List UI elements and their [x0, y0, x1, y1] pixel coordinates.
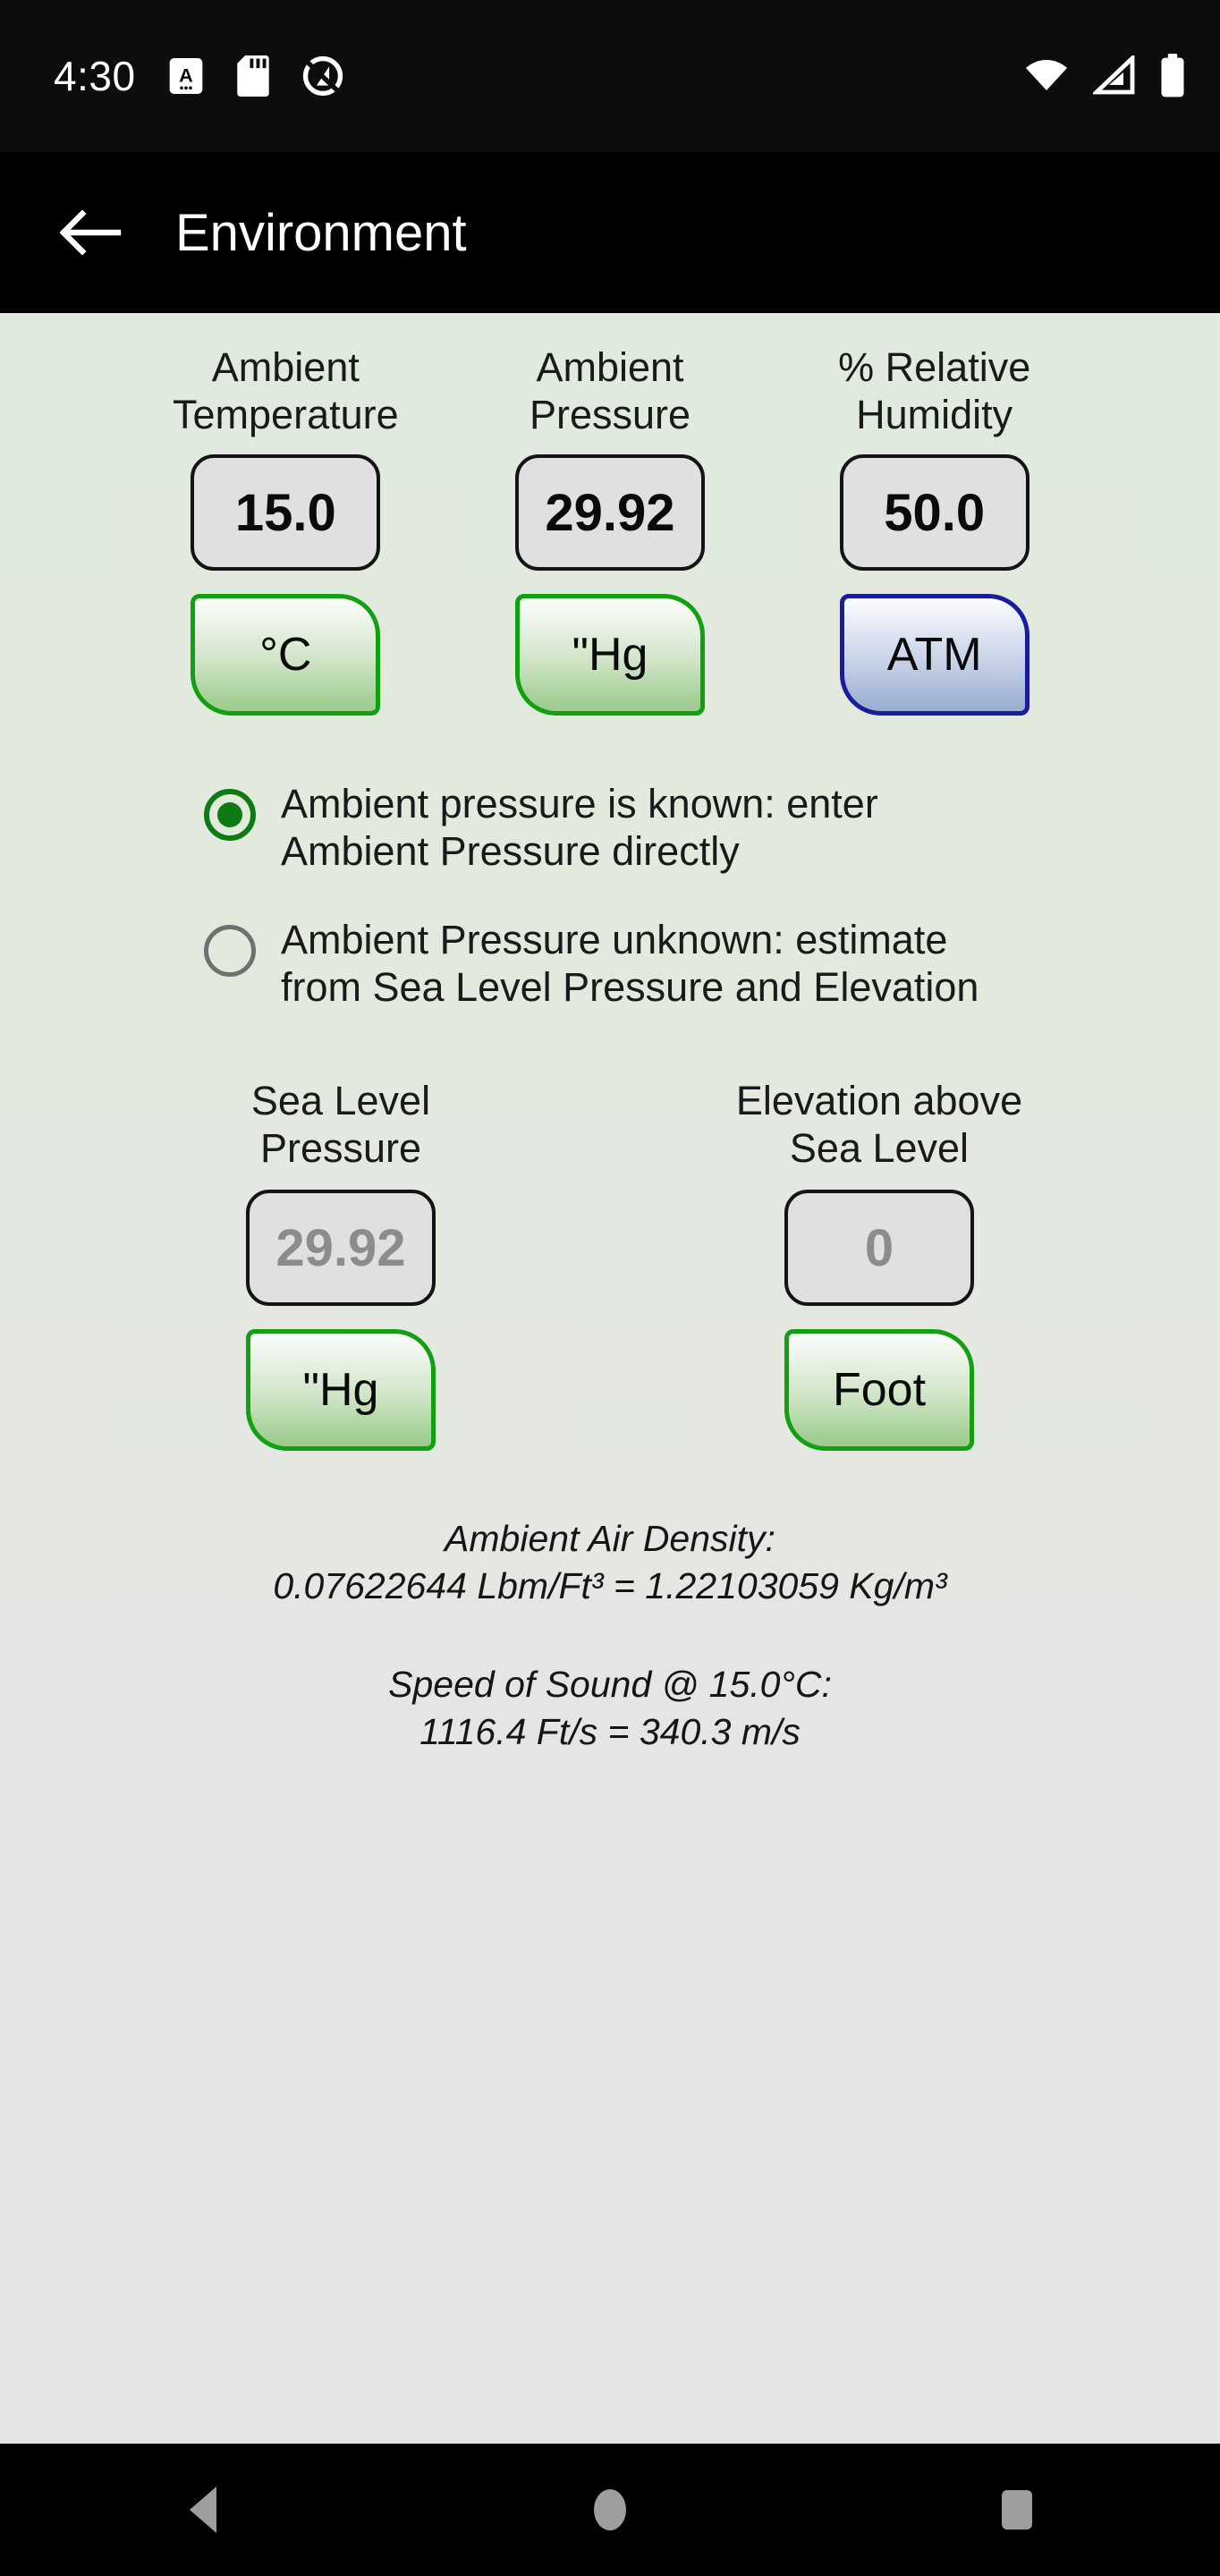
pressure-mode-radio-group: Ambient pressure is known: enter Ambient…: [36, 780, 1184, 1011]
battery-icon: [1161, 54, 1184, 97]
sea-level-pressure-label: Sea Level Pressure: [250, 1078, 431, 1172]
relative-humidity-group: % Relative Humidity 50.0 ATM: [784, 343, 1084, 716]
ambient-field-row: Ambient Temperature 15.0 °C Ambient Pres…: [36, 313, 1184, 716]
wifi-icon: [1026, 60, 1067, 90]
square-recents-icon: [1001, 2490, 1032, 2529]
results-section: Ambient Air Density: 0.07622644 Lbm/Ft³ …: [36, 1515, 1184, 1755]
ambient-temperature-label: Ambient Temperature: [173, 344, 399, 438]
ambient-temperature-group: Ambient Temperature 15.0 °C: [136, 343, 436, 716]
app-bar: Environment: [0, 152, 1220, 313]
phone-screen: 4:30 A Environment Ambient Temperature 1…: [0, 0, 1220, 2576]
relative-humidity-label: % Relative Humidity: [838, 344, 1031, 438]
sea-level-pressure-unit-button[interactable]: "Hg: [246, 1329, 436, 1452]
speed-of-sound-result: Speed of Sound @ 15.0°C: 1116.4 Ft/s = 3…: [36, 1661, 1184, 1755]
status-bar-right: [1023, 54, 1186, 98]
relative-humidity-unit-button[interactable]: ATM: [839, 594, 1029, 716]
ambient-temperature-input[interactable]: 15.0: [191, 454, 381, 571]
sea-level-pressure-input[interactable]: 29.92: [246, 1190, 436, 1307]
ambient-temperature-unit-button[interactable]: °C: [191, 594, 381, 716]
accessibility-a-icon: A: [169, 58, 202, 94]
status-bar-left: 4:30 A: [54, 52, 343, 100]
elevation-group: Elevation above Sea Level 0 Foot: [628, 1077, 1131, 1452]
elevation-label: Elevation above Sea Level: [735, 1078, 1023, 1172]
sd-card-icon: [236, 55, 269, 97]
nav-back-button[interactable]: [149, 2465, 257, 2555]
status-bar: 4:30 A: [0, 0, 1220, 152]
ambient-pressure-input[interactable]: 29.92: [515, 454, 705, 571]
elevation-input[interactable]: 0: [784, 1190, 974, 1307]
sea-level-field-row: Sea Level Pressure 29.92 "Hg Elevation a…: [36, 1077, 1184, 1452]
radio-option-pressure-known-label: Ambient pressure is known: enter Ambient…: [281, 781, 878, 875]
speed-of-sound-title: Speed of Sound @ 15.0°C:: [388, 1664, 832, 1706]
nav-recents-button[interactable]: [963, 2465, 1071, 2555]
sea-level-pressure-group: Sea Level Pressure 29.92 "Hg: [89, 1077, 592, 1452]
elevation-unit-button[interactable]: Foot: [784, 1329, 974, 1452]
radio-option-pressure-unknown[interactable]: Ambient Pressure unknown: estimate from …: [204, 916, 1104, 1011]
status-clock: 4:30: [54, 53, 136, 99]
back-button[interactable]: [47, 190, 132, 275]
air-density-detail: 0.07622644 Lbm/Ft³ = 1.22103059 Kg/m³: [273, 1564, 947, 1606]
relative-humidity-input[interactable]: 50.0: [839, 454, 1029, 571]
radio-unselected-icon[interactable]: [204, 925, 256, 978]
circle-home-icon: [593, 2489, 626, 2530]
air-density-result: Ambient Air Density: 0.07622644 Lbm/Ft³ …: [36, 1515, 1184, 1609]
arrow-left-icon: [59, 209, 122, 256]
system-navigation-bar: [0, 2444, 1220, 2576]
nav-home-button[interactable]: [556, 2465, 664, 2555]
cell-signal-icon: [1093, 55, 1135, 95]
svg-text:A: A: [179, 64, 193, 87]
page-title: Environment: [175, 203, 467, 262]
triangle-back-icon: [190, 2487, 217, 2533]
ambient-pressure-unit-button[interactable]: "Hg: [515, 594, 705, 716]
circle-logo-icon: [302, 55, 343, 97]
ambient-pressure-group: Ambient Pressure 29.92 "Hg: [461, 343, 760, 716]
main-content: Ambient Temperature 15.0 °C Ambient Pres…: [0, 313, 1220, 2444]
radio-selected-icon[interactable]: [204, 789, 256, 841]
radio-option-pressure-unknown-label: Ambient Pressure unknown: estimate from …: [281, 917, 979, 1011]
air-density-title: Ambient Air Density:: [445, 1518, 775, 1560]
ambient-pressure-label: Ambient Pressure: [529, 344, 691, 438]
radio-option-pressure-known[interactable]: Ambient pressure is known: enter Ambient…: [204, 780, 1104, 875]
speed-of-sound-detail: 1116.4 Ft/s = 340.3 m/s: [419, 1710, 801, 1752]
